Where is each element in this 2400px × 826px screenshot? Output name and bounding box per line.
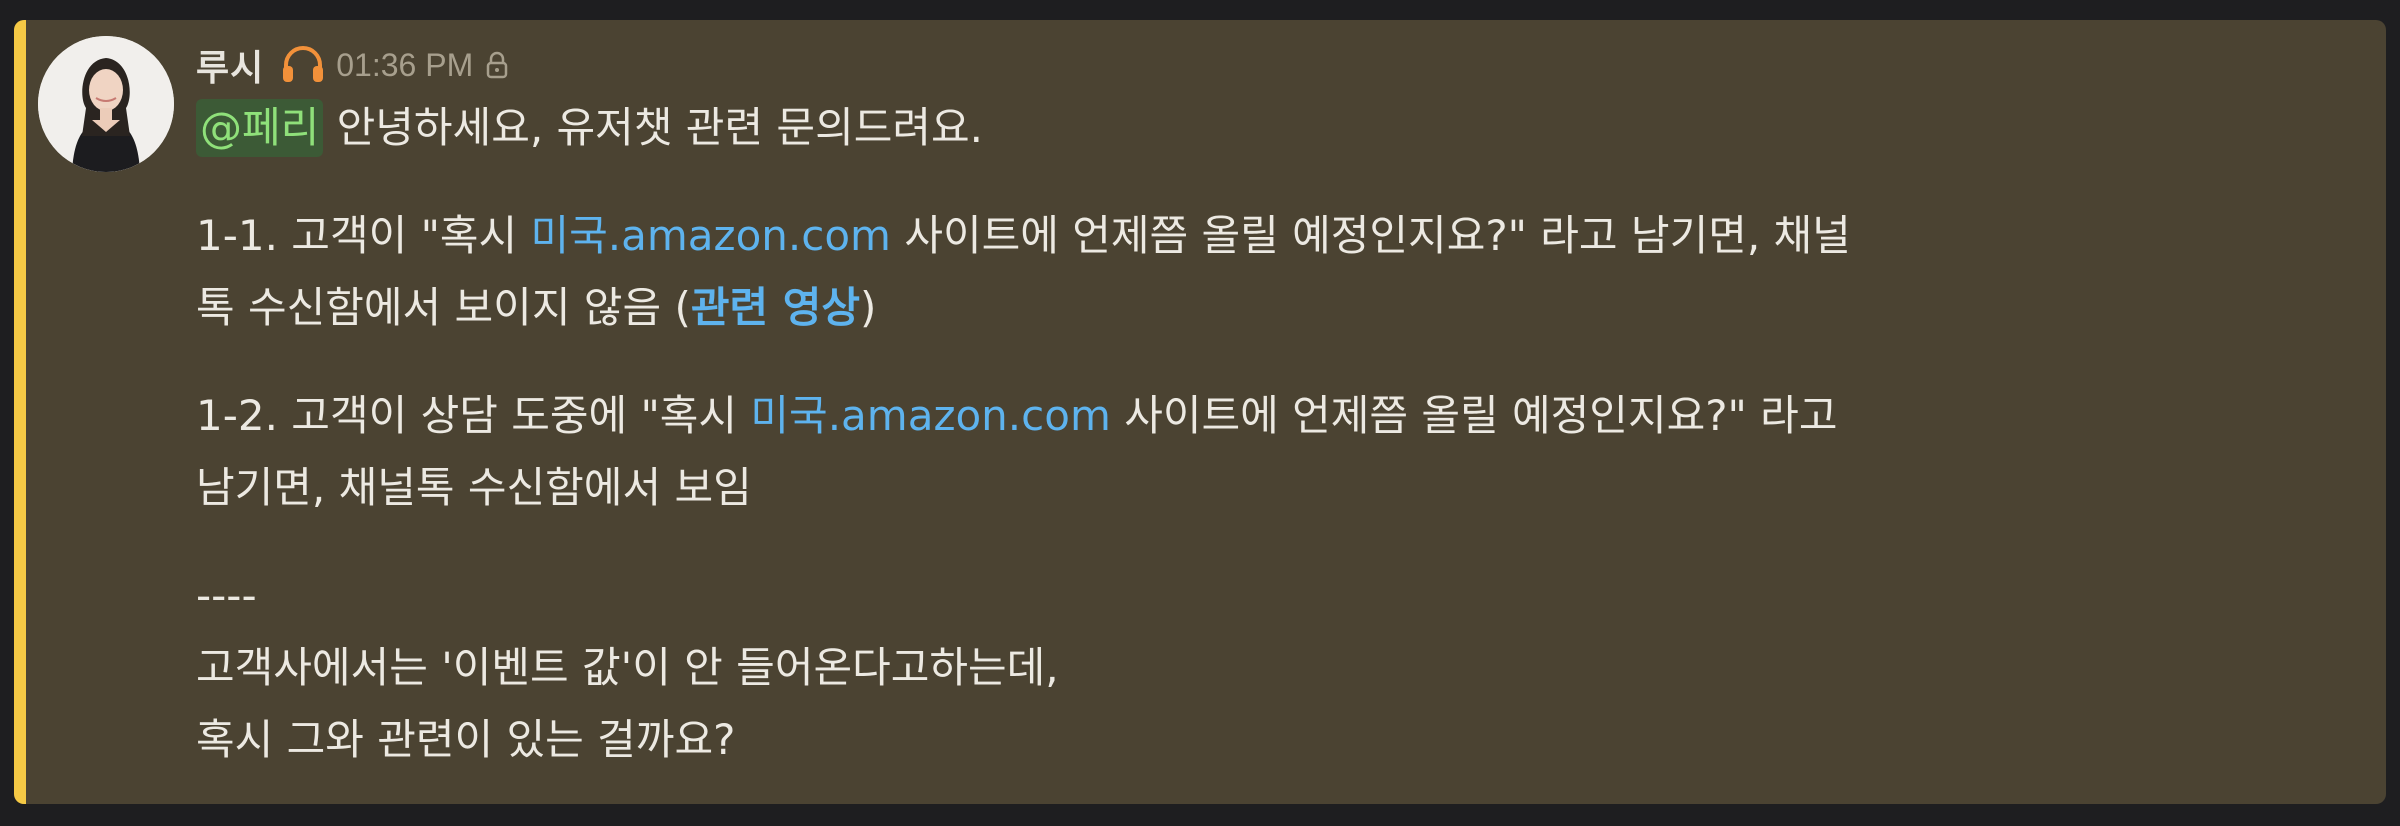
author-name[interactable]: 루시 (196, 39, 264, 91)
message-body: @페리 안녕하세요, 유저챗 관련 문의드려요. 1-1. 고객이 "혹시 미국… (196, 92, 2346, 776)
question-line-2: 혹시 그와 관련이 있는 걸까요? (196, 715, 736, 764)
divider-line: ---- (196, 571, 257, 620)
chat-message: 루시 01:36 PM @페리 안녕하세요, 유저챗 관련 문의드려요. 1-1 (14, 20, 2386, 804)
related-video-link[interactable]: 관련 영상 (691, 283, 860, 332)
para1-text-start: 1-1. 고객이 "혹시 (196, 211, 531, 260)
para1-line2-end: ) (860, 283, 877, 332)
headset-icon (280, 44, 326, 86)
paragraph-1-2: 1-2. 고객이 상담 도중에 "혹시 미국.amazon.com 사이트에 언… (196, 380, 2346, 524)
para1-line2-start: 톡 수신함에서 보이지 않음 ( (196, 283, 691, 332)
paragraph-question: 고객사에서는 '이벤트 값'이 안 들어온다고하는데, 혹시 그와 관련이 있는 … (196, 632, 2346, 776)
message-header: 루시 01:36 PM (196, 38, 2346, 92)
greeting-text: 안녕하세요, 유저챗 관련 문의드려요. (323, 103, 983, 152)
para2-text-end: 사이트에 언제쯤 올릴 예정인지요?" 라고 (1110, 391, 1838, 440)
amazon-link[interactable]: 미국.amazon.com (531, 211, 891, 260)
amazon-link[interactable]: 미국.amazon.com (750, 391, 1110, 440)
highlight-accent-bar (14, 20, 26, 804)
lock-icon (485, 50, 509, 80)
greeting-line: @페리 안녕하세요, 유저챗 관련 문의드려요. (196, 92, 2346, 164)
paragraph-1-1: 1-1. 고객이 "혹시 미국.amazon.com 사이트에 언제쯤 올릴 예… (196, 200, 2346, 344)
question-line-1: 고객사에서는 '이벤트 값'이 안 들어온다고하는데, (196, 643, 1059, 692)
para1-text-end: 사이트에 언제쯤 올릴 예정인지요?" 라고 남기면, 채널 (890, 211, 1851, 260)
message-time[interactable]: 01:36 PM (336, 47, 473, 84)
user-mention[interactable]: @페리 (196, 99, 324, 157)
para2-line2: 남기면, 채널톡 수신함에서 보임 (196, 463, 752, 512)
message-content: 루시 01:36 PM @페리 안녕하세요, 유저챗 관련 문의드려요. 1-1 (196, 38, 2346, 776)
para2-text-start: 1-2. 고객이 상담 도중에 "혹시 (196, 391, 751, 440)
avatar[interactable] (38, 36, 174, 172)
